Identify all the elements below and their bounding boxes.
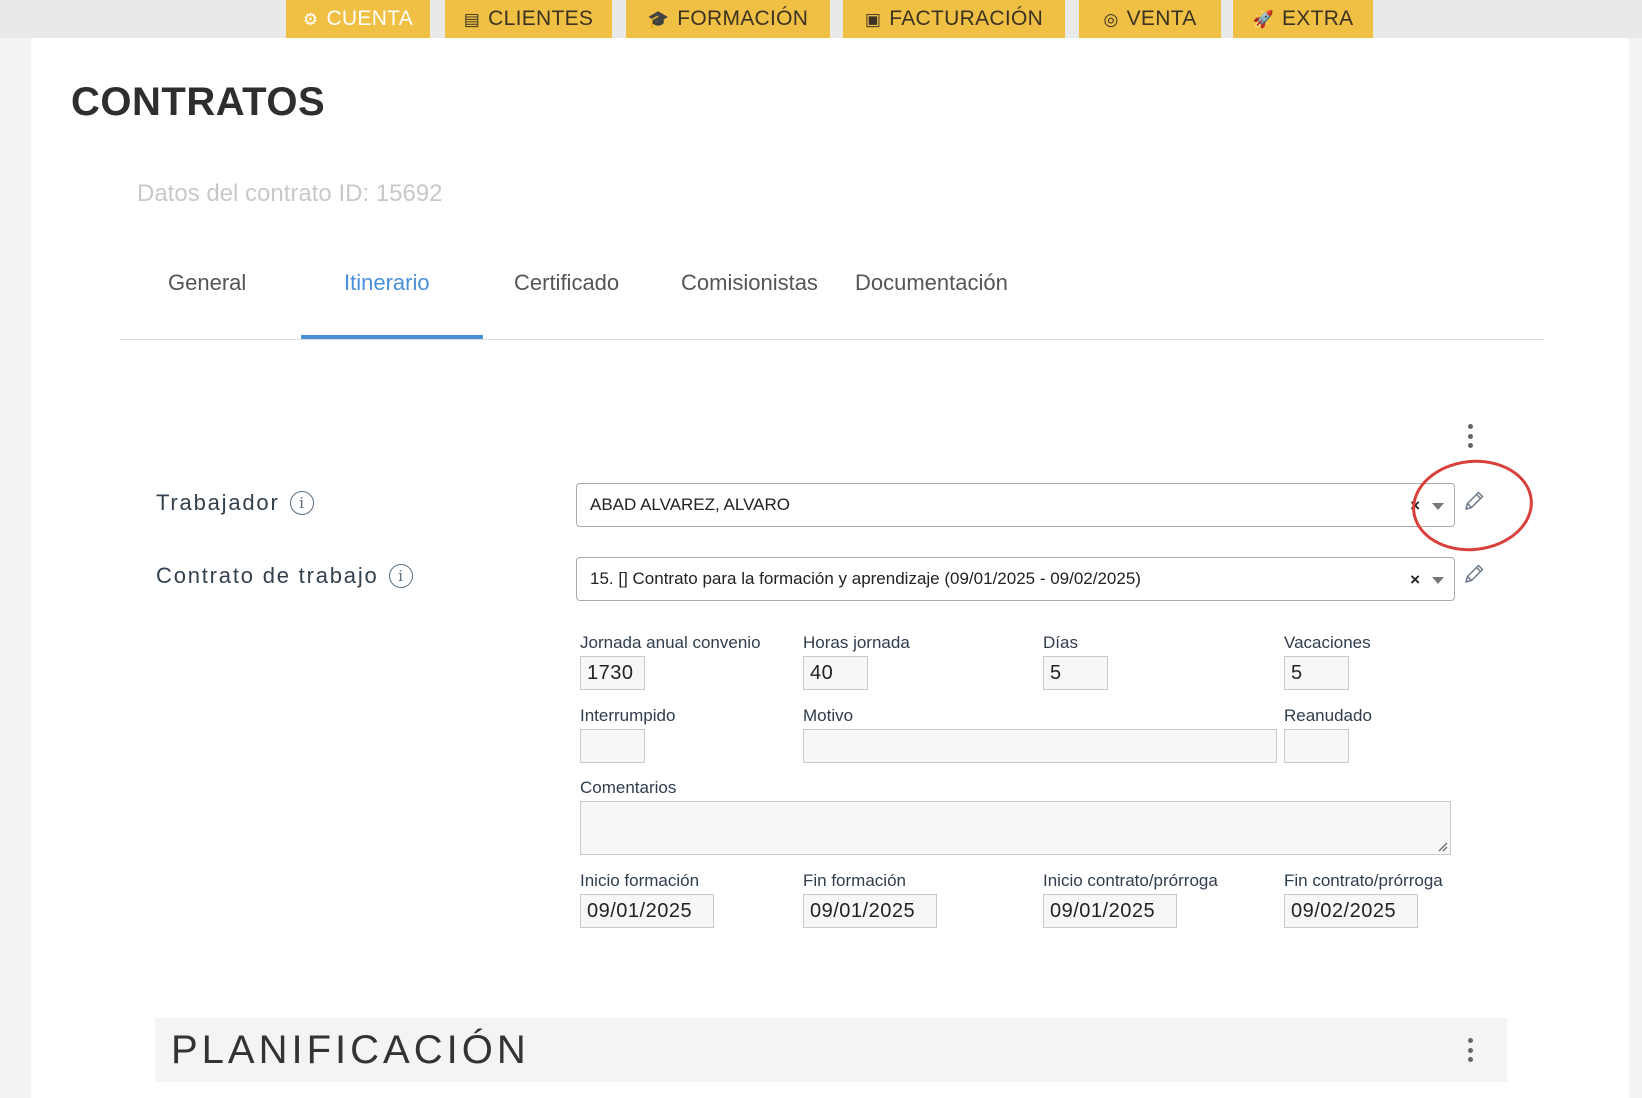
fin-contrato-label: Fin contrato/prórroga bbox=[1284, 871, 1443, 890]
kebab-dot bbox=[1467, 1057, 1473, 1062]
comentarios-label: Comentarios bbox=[580, 778, 677, 797]
planificacion-title: PLANIFICACIÓN bbox=[171, 1028, 530, 1072]
interrumpido-label: Interrumpido bbox=[580, 706, 676, 725]
trabajador-select[interactable]: ABAD ALVAREZ, ALVARO × bbox=[576, 483, 1455, 527]
jornada-input[interactable]: 1730 bbox=[580, 656, 645, 690]
jornada-label: Jornada anual convenio bbox=[580, 633, 761, 652]
contrato-value: 15. [] Contrato para la formación y apre… bbox=[590, 569, 1141, 588]
fin-formacion-label: Fin formación bbox=[803, 871, 906, 890]
nav-tab-facturacion[interactable]: ▣ FACTURACIÓN bbox=[843, 0, 1065, 38]
tab-itinerario[interactable]: Itinerario bbox=[344, 270, 430, 296]
trabajador-label: Trabajador i bbox=[156, 490, 314, 516]
nav-tab-label: FACTURACIÓN bbox=[889, 7, 1044, 30]
building-icon: ▤ bbox=[463, 9, 481, 29]
motivo-input[interactable] bbox=[803, 729, 1277, 763]
nav-tab-label: EXTRA bbox=[1281, 7, 1354, 30]
horas-label: Horas jornada bbox=[803, 633, 910, 652]
kebab-dot bbox=[1467, 443, 1473, 448]
money-icon: ▣ bbox=[864, 9, 882, 29]
vacaciones-label: Vacaciones bbox=[1284, 633, 1371, 652]
contract-tabs: General Itinerario Certificado Comisioni… bbox=[120, 250, 1544, 340]
target-icon: ◎ bbox=[1103, 9, 1119, 29]
interrumpido-input[interactable] bbox=[580, 729, 645, 763]
trabajador-label-text: Trabajador bbox=[156, 490, 280, 515]
inicio-contrato-input[interactable]: 09/01/2025 bbox=[1043, 894, 1177, 928]
nav-tab-clientes[interactable]: ▤ CLIENTES bbox=[445, 0, 612, 38]
clear-icon[interactable]: × bbox=[1410, 570, 1420, 590]
kebab-dot bbox=[1467, 1047, 1473, 1053]
inicio-formacion-input[interactable]: 09/01/2025 bbox=[580, 894, 714, 928]
vacaciones-input[interactable]: 5 bbox=[1284, 656, 1349, 690]
section-menu-button[interactable] bbox=[1466, 424, 1474, 448]
chevron-down-icon[interactable] bbox=[1432, 577, 1444, 584]
top-navigation: ⚙ CUENTA ▤ CLIENTES 🎓 FORMACIÓN ▣ FACTUR… bbox=[0, 0, 1642, 38]
dias-label: Días bbox=[1043, 633, 1078, 652]
contrato-select[interactable]: 15. [] Contrato para la formación y apre… bbox=[576, 557, 1455, 601]
contrato-label: Contrato de trabajo i bbox=[156, 563, 413, 589]
nav-tab-label: VENTA bbox=[1126, 7, 1197, 30]
nav-tab-label: FORMACIÓN bbox=[677, 7, 809, 30]
kebab-dot bbox=[1467, 1038, 1473, 1043]
trabajador-value: ABAD ALVAREZ, ALVARO bbox=[590, 495, 790, 514]
info-icon[interactable]: i bbox=[289, 491, 314, 515]
fin-formacion-input[interactable]: 09/01/2025 bbox=[803, 894, 937, 928]
page-title: CONTRATOS bbox=[71, 80, 326, 124]
nav-tab-label: CLIENTES bbox=[488, 7, 594, 30]
info-icon[interactable]: i bbox=[388, 564, 413, 588]
nav-tab-label: CUENTA bbox=[326, 7, 414, 30]
kebab-dot bbox=[1467, 424, 1473, 429]
comentarios-textarea[interactable] bbox=[580, 801, 1451, 855]
inicio-formacion-label: Inicio formación bbox=[580, 871, 700, 890]
inicio-contrato-label: Inicio contrato/prórroga bbox=[1043, 871, 1218, 890]
nav-tab-extra[interactable]: 🚀 EXTRA bbox=[1233, 0, 1373, 38]
graduation-cap-icon: 🎓 bbox=[647, 9, 670, 29]
nav-tab-venta[interactable]: ◎ VENTA bbox=[1079, 0, 1221, 38]
reanudado-input[interactable] bbox=[1284, 729, 1349, 763]
dias-input[interactable]: 5 bbox=[1043, 656, 1108, 690]
gears-icon: ⚙ bbox=[302, 9, 319, 29]
tab-documentacion[interactable]: Documentación bbox=[855, 270, 1008, 296]
resize-handle-icon[interactable] bbox=[1436, 840, 1448, 852]
horas-input[interactable]: 40 bbox=[803, 656, 868, 690]
nav-tab-formacion[interactable]: 🎓 FORMACIÓN bbox=[626, 0, 830, 38]
tab-general[interactable]: General bbox=[168, 270, 246, 296]
tab-certificado[interactable]: Certificado bbox=[514, 270, 619, 296]
contract-subtitle: Datos del contrato ID: 15692 bbox=[137, 180, 443, 207]
nav-tab-cuenta[interactable]: ⚙ CUENTA bbox=[286, 0, 430, 38]
reanudado-label: Reanudado bbox=[1284, 706, 1372, 725]
planificacion-menu-button[interactable] bbox=[1466, 1038, 1474, 1062]
fin-contrato-input[interactable]: 09/02/2025 bbox=[1284, 894, 1418, 928]
kebab-dot bbox=[1467, 433, 1473, 439]
motivo-label: Motivo bbox=[803, 706, 854, 725]
active-tab-indicator bbox=[301, 335, 483, 339]
contrato-label-text: Contrato de trabajo bbox=[156, 563, 379, 588]
planificacion-section-header: PLANIFICACIÓN bbox=[155, 1018, 1507, 1082]
pencil-icon[interactable] bbox=[1463, 563, 1485, 585]
tab-comisionistas[interactable]: Comisionistas bbox=[681, 270, 818, 296]
rocket-icon: 🚀 bbox=[1252, 9, 1274, 29]
